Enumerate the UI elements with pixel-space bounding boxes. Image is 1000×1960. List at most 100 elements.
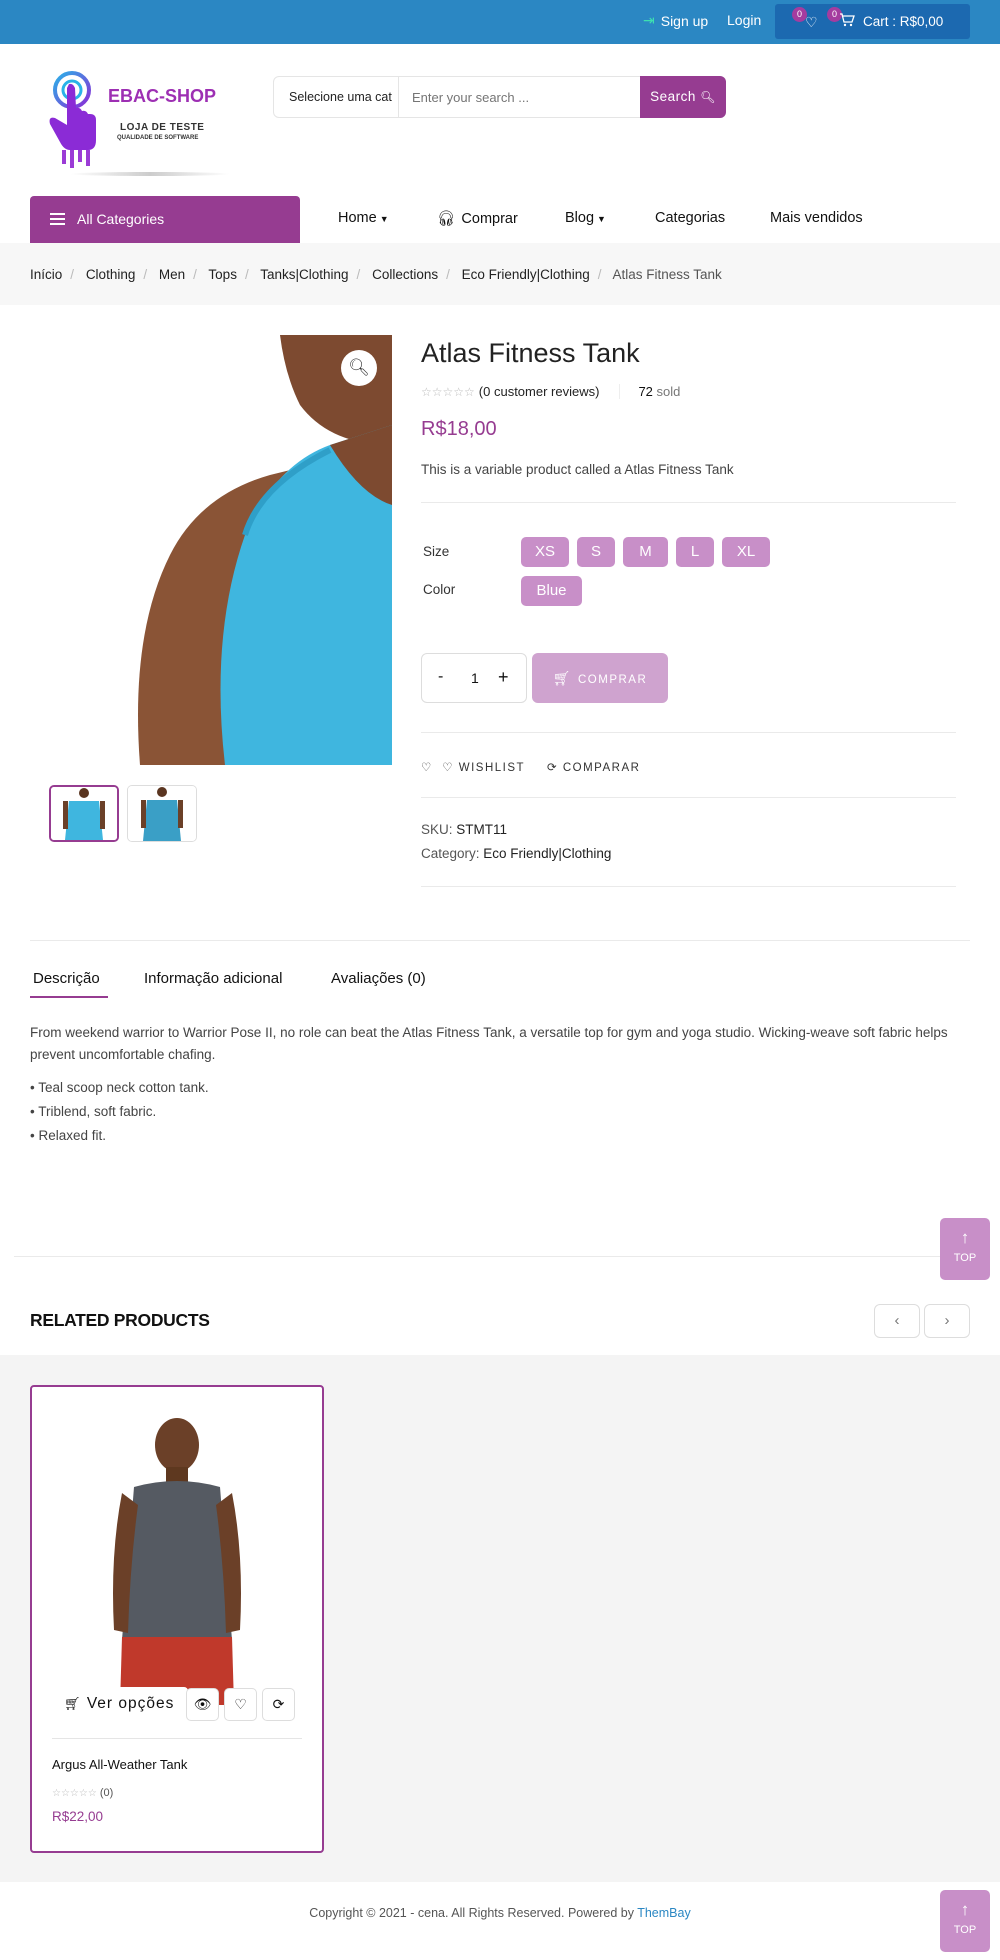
breadcrumb-link[interactable]: Collections [372,267,438,282]
product-description: From weekend warrior to Warrior Pose II,… [30,1025,948,1062]
size-option-s[interactable]: S [577,537,615,567]
size-option-l[interactable]: L [676,537,714,567]
chevron-right-icon: › [944,1312,950,1329]
cart-total: Cart : R$0,00 [863,14,944,29]
zoom-icon[interactable]: 🔍︎ [341,350,377,386]
breadcrumb-current: Atlas Fitness Tank [612,267,722,282]
nav-comprar-label: Comprar [461,211,518,227]
category-link[interactable]: Eco Friendly|Clothing [483,846,611,861]
description-bullet: • Teal scoop neck cotton tank. [30,1080,209,1095]
nav-categorias[interactable]: Categorias [655,210,725,226]
related-products-title: RELATED PRODUCTS [30,1310,210,1330]
nav-blog[interactable]: Blog ▼ [565,210,606,226]
breadcrumb-link[interactable]: Tanks|Clothing [260,267,348,282]
logo-brand: EBAC-SHOP [108,86,217,106]
view-options-button[interactable]: 🛒︎ Ver opções [52,1687,188,1721]
divider [421,886,956,887]
breadcrumb-link[interactable]: Tops [208,267,237,282]
product-main-image[interactable] [30,335,392,765]
reviews-link[interactable]: (0 customer reviews) [479,384,600,399]
heart-icon: ♡ [234,1696,247,1712]
add-to-wishlist-button[interactable]: ♡ [224,1688,257,1721]
breadcrumb-link[interactable]: Eco Friendly|Clothing [462,267,590,282]
breadcrumb-link[interactable]: Clothing [86,267,136,282]
product-card-image[interactable] [52,1405,302,1705]
back-to-top-label: TOP [953,1252,977,1264]
tab-descricao[interactable]: Descrição [33,970,100,987]
signup-link[interactable]: ⇥ Sign up [643,12,708,29]
product-card[interactable]: 🛒︎ Ver opções 👁︎ ♡ ⟳ Argus All-Weather T… [30,1385,324,1853]
carousel-next-button[interactable]: › [924,1304,970,1338]
search-bar: Selecione uma cat Search 🔍︎ [273,76,726,118]
search-icon: 🔍︎ [700,90,716,104]
cart-icon[interactable] [839,13,855,30]
divider [52,1738,302,1739]
add-to-cart-button[interactable]: 🛒︎ COMPRAR [532,653,668,703]
category-label: Category: [421,846,480,861]
sign-in-icon: ⇥ [643,12,655,28]
search-button[interactable]: Search 🔍︎ [640,76,726,118]
divider [421,797,956,798]
product-short-description: This is a variable product called a Atla… [421,462,734,477]
search-button-label: Search [650,89,696,104]
search-input[interactable] [400,77,640,117]
color-option-blue[interactable]: Blue [521,576,582,606]
product-thumbnail[interactable] [49,785,119,842]
carousel-prev-button[interactable]: ‹ [874,1304,920,1338]
product-title: Atlas Fitness Tank [421,338,640,368]
footer [0,1882,1000,1960]
login-link[interactable]: Login [727,12,761,28]
nav-mais-vendidos[interactable]: Mais vendidos [770,210,863,226]
quantity-plus-button[interactable]: + [498,667,509,688]
tank-top-photo [30,335,392,765]
product-category: Category: Eco Friendly|Clothing [421,846,611,861]
sold-label: sold [656,384,681,399]
size-label: Size [423,544,450,559]
product-sku: SKU: STMT11 [421,822,507,837]
description-bullet: • Relaxed fit. [30,1128,107,1143]
add-to-cart-label: COMPRAR [578,674,648,686]
product-thumbnail[interactable] [127,785,197,842]
logo-hand-icon [49,71,96,168]
color-label: Color [423,582,456,597]
all-categories-button[interactable]: All Categories [30,196,300,243]
quick-view-button[interactable]: 👁︎ [186,1688,219,1721]
tab-avaliacoes[interactable]: Avaliações (0) [331,970,426,987]
wishlist-label: WISHLIST [458,762,526,774]
top-bar: ⇥ Sign up Login 0 ♡ 0 Cart : R$0,00 [0,0,1000,44]
model-photo [52,1405,302,1705]
breadcrumb-link[interactable]: Início [30,267,62,282]
arrow-up-icon: ↑ [960,1900,970,1919]
back-to-top-button[interactable]: ↑ TOP [940,1890,990,1952]
quantity-minus-button[interactable]: - [438,668,443,686]
cart-box[interactable]: 0 ♡ 0 Cart : R$0,00 [775,4,970,39]
heart-icon: ♡ [442,762,455,774]
site-logo[interactable]: EBAC-SHOP LOJA DE TESTE QUALIDADE DE SOF… [40,70,230,180]
eye-icon: 👁︎ [193,1696,212,1712]
heart-icon[interactable]: ♡ [805,14,818,31]
compare-product-button[interactable]: ⟳ [262,1688,295,1721]
back-to-top-button[interactable]: ↑ TOP [940,1218,990,1280]
tab-informacao-adicional[interactable]: Informação adicional [144,970,282,987]
thumbnail-front-image [51,787,117,840]
refresh-icon: ⟳ [272,1696,285,1712]
size-option-m[interactable]: M [623,537,668,567]
divider [421,732,956,733]
quantity-input[interactable]: 1 [471,670,479,686]
size-option-xl[interactable]: XL [722,537,770,567]
search-category-select[interactable]: Selecione uma cat [274,77,399,117]
logo-tagline: QUALIDADE DE SOFTWARE [117,135,199,141]
headset-icon: 🎧︎ [437,211,456,227]
breadcrumb-link[interactable]: Men [159,267,185,282]
compare-button[interactable]: ⟳ COMPARAR [547,760,640,774]
nav-home[interactable]: Home ▼ [338,210,389,226]
product-card-name[interactable]: Argus All-Weather Tank [52,1757,187,1772]
wishlist-button[interactable]: ♡ ♡ WISHLIST [421,760,525,774]
chevron-left-icon: ‹ [894,1312,900,1329]
size-option-xs[interactable]: XS [521,537,569,567]
powered-by-link[interactable]: ThemBay [637,1906,691,1920]
product-price: R$18,00 [421,418,497,440]
product-card-price: R$22,00 [52,1809,104,1824]
nav-comprar[interactable]: 🎧︎ Comprar [437,210,518,227]
divider [30,940,970,941]
